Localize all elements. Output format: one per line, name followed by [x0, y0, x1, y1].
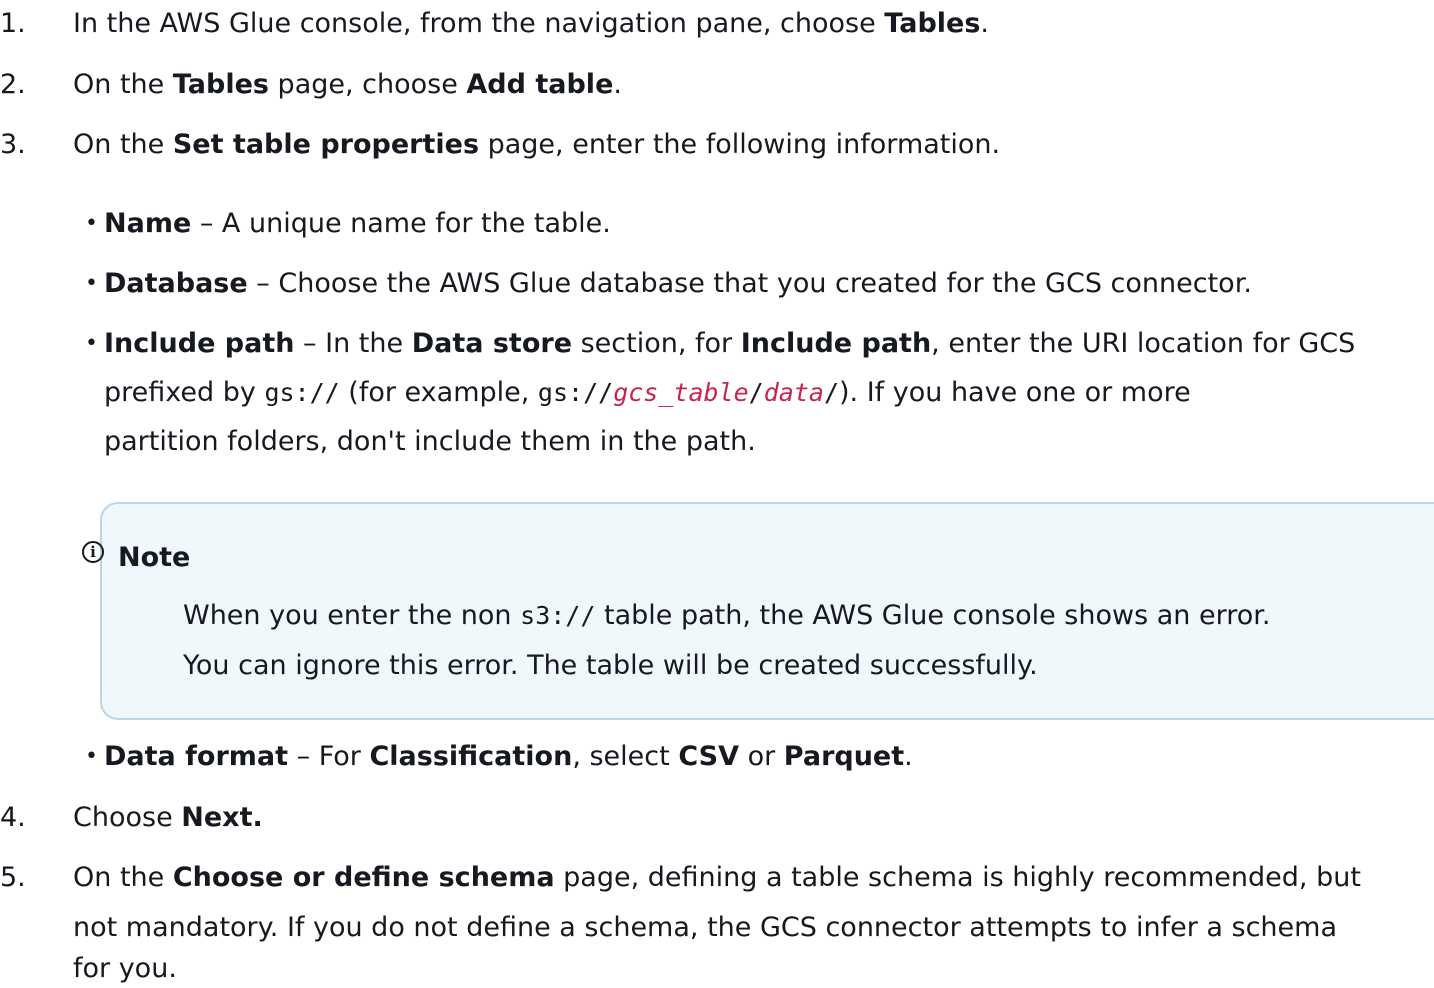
- ui-term: Tables: [172, 69, 269, 100]
- note-body-line-1: When you enter the non s3:// table path,…: [183, 600, 1271, 631]
- code-variable: data: [763, 378, 824, 407]
- ui-term: Tables: [884, 8, 981, 39]
- bullet-icon: •: [85, 271, 98, 296]
- step-number: 2.: [0, 69, 26, 100]
- step-text: On the Set table properties page, enter …: [73, 129, 1001, 160]
- ui-term: Add table: [466, 69, 614, 100]
- code-literal: gs://: [264, 378, 340, 407]
- document: 1. In the AWS Glue console, from the nav…: [0, 0, 1434, 988]
- code-literal: s3://: [520, 601, 596, 630]
- field-label: Data format: [104, 741, 289, 772]
- code-variable: gcs_table: [613, 378, 749, 407]
- ui-term: Set table properties: [172, 129, 480, 160]
- info-icon: i: [82, 541, 104, 563]
- field-label: Database: [104, 268, 248, 299]
- step-text: In the AWS Glue console, from the naviga…: [73, 8, 990, 39]
- step-number: 5.: [0, 862, 26, 893]
- bullet-icon: •: [85, 744, 98, 769]
- step-text: On the Choose or define schema page, def…: [73, 862, 1361, 893]
- bullet-icon: •: [85, 211, 98, 236]
- step-number: 3.: [0, 129, 26, 160]
- note-body-line-2: You can ignore this error. The table wil…: [183, 650, 1038, 681]
- field-label: Name: [104, 208, 192, 239]
- note-title: Note: [118, 542, 191, 573]
- field-label: Include path: [104, 328, 295, 359]
- ui-term: Next.: [181, 802, 263, 833]
- step-number: 1.: [0, 8, 26, 39]
- ui-term: Choose or define schema: [172, 862, 555, 893]
- step-text: On the Tables page, choose Add table.: [73, 69, 622, 100]
- bullet-icon: •: [85, 331, 98, 356]
- step-text: Choose Next.: [73, 802, 263, 833]
- step-number: 4.: [0, 802, 26, 833]
- code-example: gs://gcs_table/data/: [537, 378, 839, 407]
